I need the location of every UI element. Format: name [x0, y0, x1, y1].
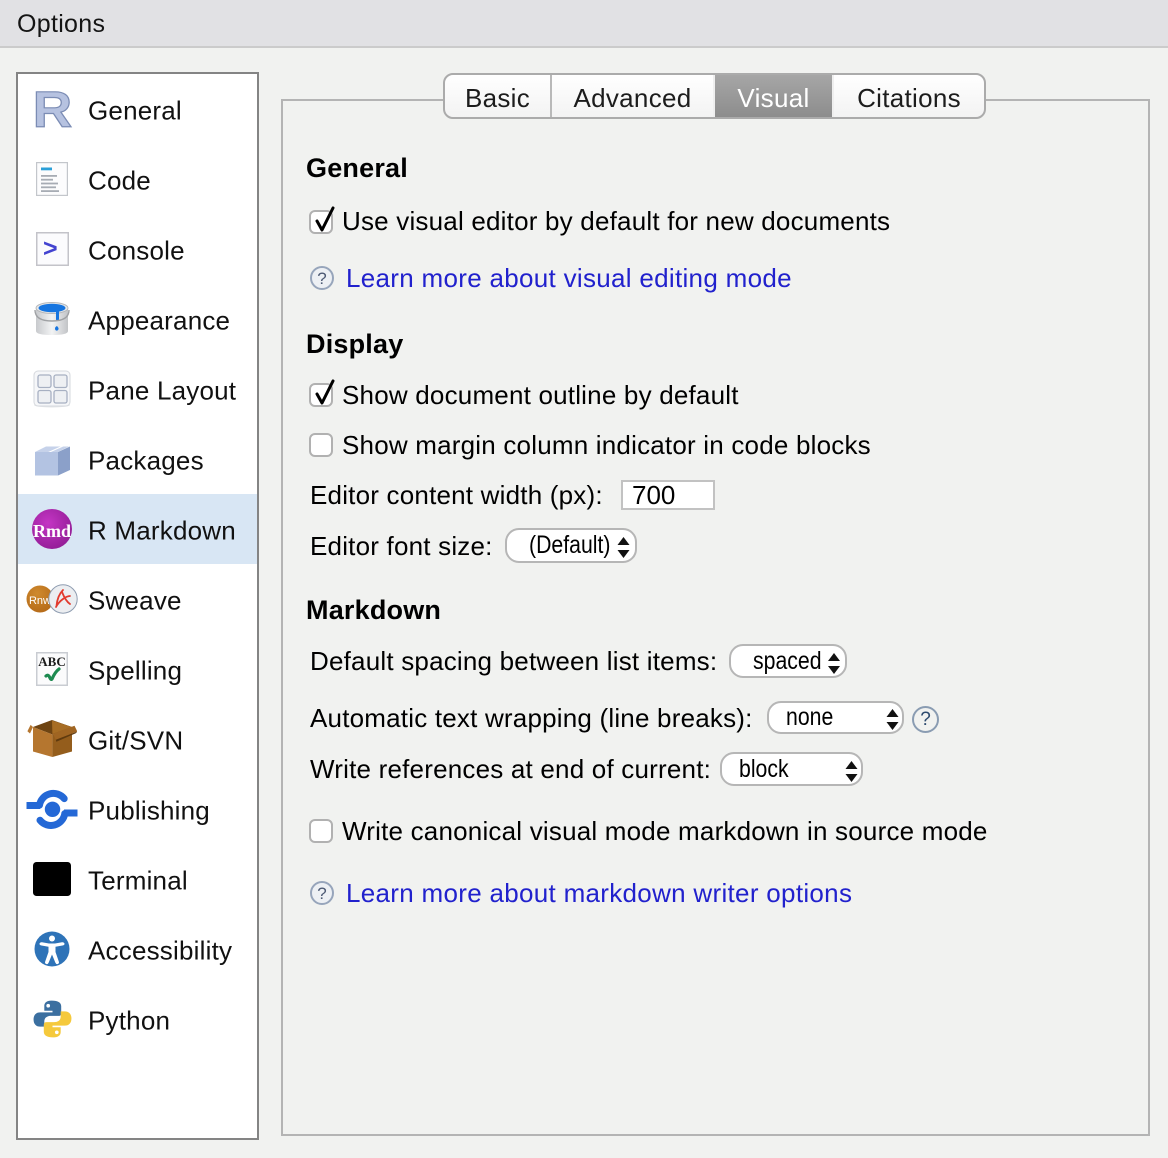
svg-text:Rmd: Rmd [33, 521, 71, 541]
svg-text:Rnw: Rnw [29, 595, 51, 607]
svg-text:>: > [43, 235, 58, 263]
svg-text:ABC: ABC [38, 654, 65, 669]
